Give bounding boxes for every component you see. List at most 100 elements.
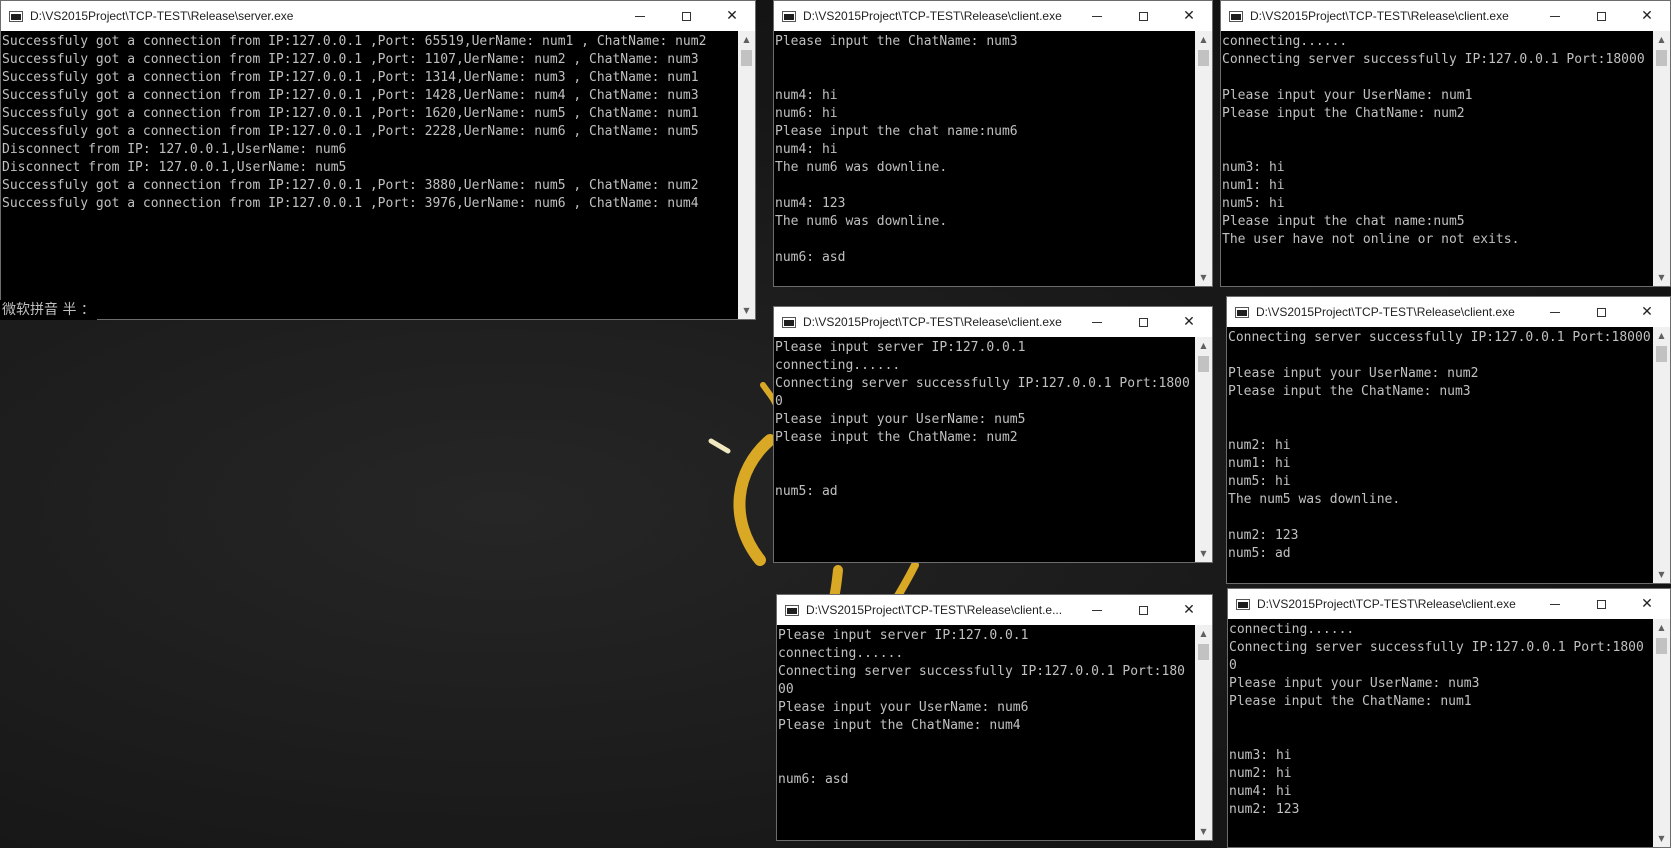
client-window-titlebar[interactable]: D:\VS2015Project\TCP-TEST\Release\client… (774, 1, 1212, 31)
maximize-button[interactable] (1120, 595, 1166, 625)
console-output[interactable]: Please input the ChatName: num3 num4: hi n… (774, 31, 1195, 286)
close-button[interactable]: ✕ (1624, 1, 1670, 31)
console-line: Please input the ChatName: num2 (1222, 106, 1465, 121)
close-button[interactable]: ✕ (1624, 297, 1670, 327)
client-console-window[interactable]: D:\VS2015Project\TCP-TEST\Release\client… (1227, 588, 1671, 848)
scrollbar-thumb[interactable] (1656, 50, 1667, 66)
console-line: Please input server IP:127.0.0.1 (778, 628, 1029, 643)
scroll-down-arrow-icon[interactable]: ▼ (1653, 566, 1670, 583)
scroll-up-arrow-icon[interactable]: ▲ (1653, 31, 1670, 48)
minimize-button[interactable] (1074, 1, 1120, 31)
client-console-window[interactable]: D:\VS2015Project\TCP-TEST\Release\client… (773, 0, 1213, 287)
console-output[interactable]: Successfuly got a connection from IP:127… (1, 31, 738, 319)
minimize-button[interactable] (1532, 297, 1578, 327)
maximize-button[interactable] (1578, 589, 1624, 619)
client-console-window[interactable]: D:\VS2015Project\TCP-TEST\Release\client… (1226, 296, 1671, 584)
console-output[interactable]: Connecting server successfully IP:127.0.… (1227, 327, 1653, 583)
client-window-titlebar[interactable]: D:\VS2015Project\TCP-TEST\Release\client… (774, 307, 1212, 337)
scroll-up-arrow-icon[interactable]: ▲ (738, 31, 755, 48)
scrollbar-thumb[interactable] (1656, 346, 1667, 362)
scroll-up-arrow-icon[interactable]: ▲ (1195, 625, 1212, 642)
console-line: The user have not online or not exits. (1222, 232, 1520, 247)
close-button[interactable]: ✕ (1166, 595, 1212, 625)
client-window-titlebar[interactable]: D:\VS2015Project\TCP-TEST\Release\client… (777, 595, 1212, 625)
client-console-window[interactable]: D:\VS2015Project\TCP-TEST\Release\client… (773, 306, 1213, 563)
server-window-titlebar[interactable]: D:\VS2015Project\TCP-TEST\Release\server… (1, 1, 755, 31)
scroll-down-arrow-icon[interactable]: ▼ (1195, 823, 1212, 840)
scroll-down-arrow-icon[interactable]: ▼ (1195, 269, 1212, 286)
scrollbar-thumb[interactable] (1656, 638, 1667, 654)
console-line: Please input the ChatName: num3 (1228, 384, 1471, 399)
client-console-window[interactable]: D:\VS2015Project\TCP-TEST\Release\client… (1220, 0, 1671, 287)
scroll-up-arrow-icon[interactable]: ▲ (1195, 31, 1212, 48)
console-output[interactable]: Please input server IP:127.0.0.1 connecti… (777, 625, 1195, 840)
server-console-window[interactable]: D:\VS2015Project\TCP-TEST\Release\server… (0, 0, 756, 320)
console-line: connecting...... (778, 646, 904, 661)
console-line: The num6 was downline. (775, 214, 948, 229)
console-line: num5: hi (1228, 474, 1291, 489)
vertical-scrollbar[interactable]: ▲ ▼ (1653, 31, 1670, 286)
console-line: num4: 123 (775, 196, 846, 211)
scroll-down-arrow-icon[interactable]: ▼ (738, 302, 755, 319)
maximize-button[interactable] (663, 1, 709, 31)
console-line: 00 (778, 682, 794, 697)
scrollbar-thumb[interactable] (1198, 644, 1209, 660)
vertical-scrollbar[interactable]: ▲ ▼ (1195, 625, 1212, 840)
client-window-titlebar[interactable]: D:\VS2015Project\TCP-TEST\Release\client… (1227, 297, 1670, 327)
maximize-button[interactable] (1578, 297, 1624, 327)
scroll-down-arrow-icon[interactable]: ▼ (1653, 830, 1670, 847)
console-line: num3: hi (1222, 160, 1285, 175)
console-output[interactable]: connecting...... Connecting server succes… (1221, 31, 1653, 286)
client-console-window[interactable]: D:\VS2015Project\TCP-TEST\Release\client… (776, 594, 1213, 841)
minimize-button[interactable] (617, 1, 663, 31)
client-window-titlebar[interactable]: D:\VS2015Project\TCP-TEST\Release\client… (1228, 589, 1670, 619)
close-icon: ✕ (1641, 304, 1653, 320)
console-output[interactable]: Please input server IP:127.0.0.1 connecti… (774, 337, 1195, 562)
minimize-button[interactable] (1074, 595, 1120, 625)
minimize-icon (1550, 15, 1560, 17)
console-line: num2: 123 (1229, 802, 1300, 817)
console-line: Successfuly got a connection from IP:127… (2, 178, 699, 193)
maximize-button[interactable] (1120, 1, 1166, 31)
scroll-up-arrow-icon[interactable]: ▲ (1195, 337, 1212, 354)
scroll-up-arrow-icon[interactable]: ▲ (1653, 619, 1670, 636)
vertical-scrollbar[interactable]: ▲ ▼ (1653, 619, 1670, 847)
scrollbar-thumb[interactable] (741, 50, 752, 66)
vertical-scrollbar[interactable]: ▲ ▼ (1195, 31, 1212, 286)
minimize-icon (1092, 609, 1102, 611)
close-icon: ✕ (1183, 602, 1195, 618)
console-line: Successfuly got a connection from IP:127… (2, 52, 699, 67)
client-window-titlebar[interactable]: D:\VS2015Project\TCP-TEST\Release\client… (1221, 1, 1670, 31)
console-line: num1: hi (1222, 178, 1285, 193)
minimize-button[interactable] (1532, 1, 1578, 31)
scroll-up-arrow-icon[interactable]: ▲ (1653, 327, 1670, 344)
maximize-button[interactable] (1120, 307, 1166, 337)
close-button[interactable]: ✕ (709, 1, 755, 31)
maximize-button[interactable] (1578, 1, 1624, 31)
close-icon: ✕ (1183, 8, 1195, 24)
minimize-button[interactable] (1532, 589, 1578, 619)
minimize-button[interactable] (1074, 307, 1120, 337)
console-output[interactable]: connecting...... Connecting server succes… (1228, 619, 1653, 847)
minimize-icon (1550, 603, 1560, 605)
scrollbar-thumb[interactable] (1198, 356, 1209, 372)
scroll-down-arrow-icon[interactable]: ▼ (1195, 545, 1212, 562)
ime-status-indicator: 微软拼音 半 ： (0, 300, 97, 320)
vertical-scrollbar[interactable]: ▲ ▼ (1195, 337, 1212, 562)
close-button[interactable]: ✕ (1166, 307, 1212, 337)
close-button[interactable]: ✕ (1624, 589, 1670, 619)
scrollbar-thumb[interactable] (1198, 50, 1209, 66)
vertical-scrollbar[interactable]: ▲ ▼ (1653, 327, 1670, 583)
close-button[interactable]: ✕ (1166, 1, 1212, 31)
console-line: Connecting server successfully IP:127.0.… (1228, 330, 1651, 345)
scroll-down-arrow-icon[interactable]: ▼ (1653, 269, 1670, 286)
vertical-scrollbar[interactable]: ▲ ▼ (738, 31, 755, 319)
console-line: connecting...... (1229, 622, 1355, 637)
